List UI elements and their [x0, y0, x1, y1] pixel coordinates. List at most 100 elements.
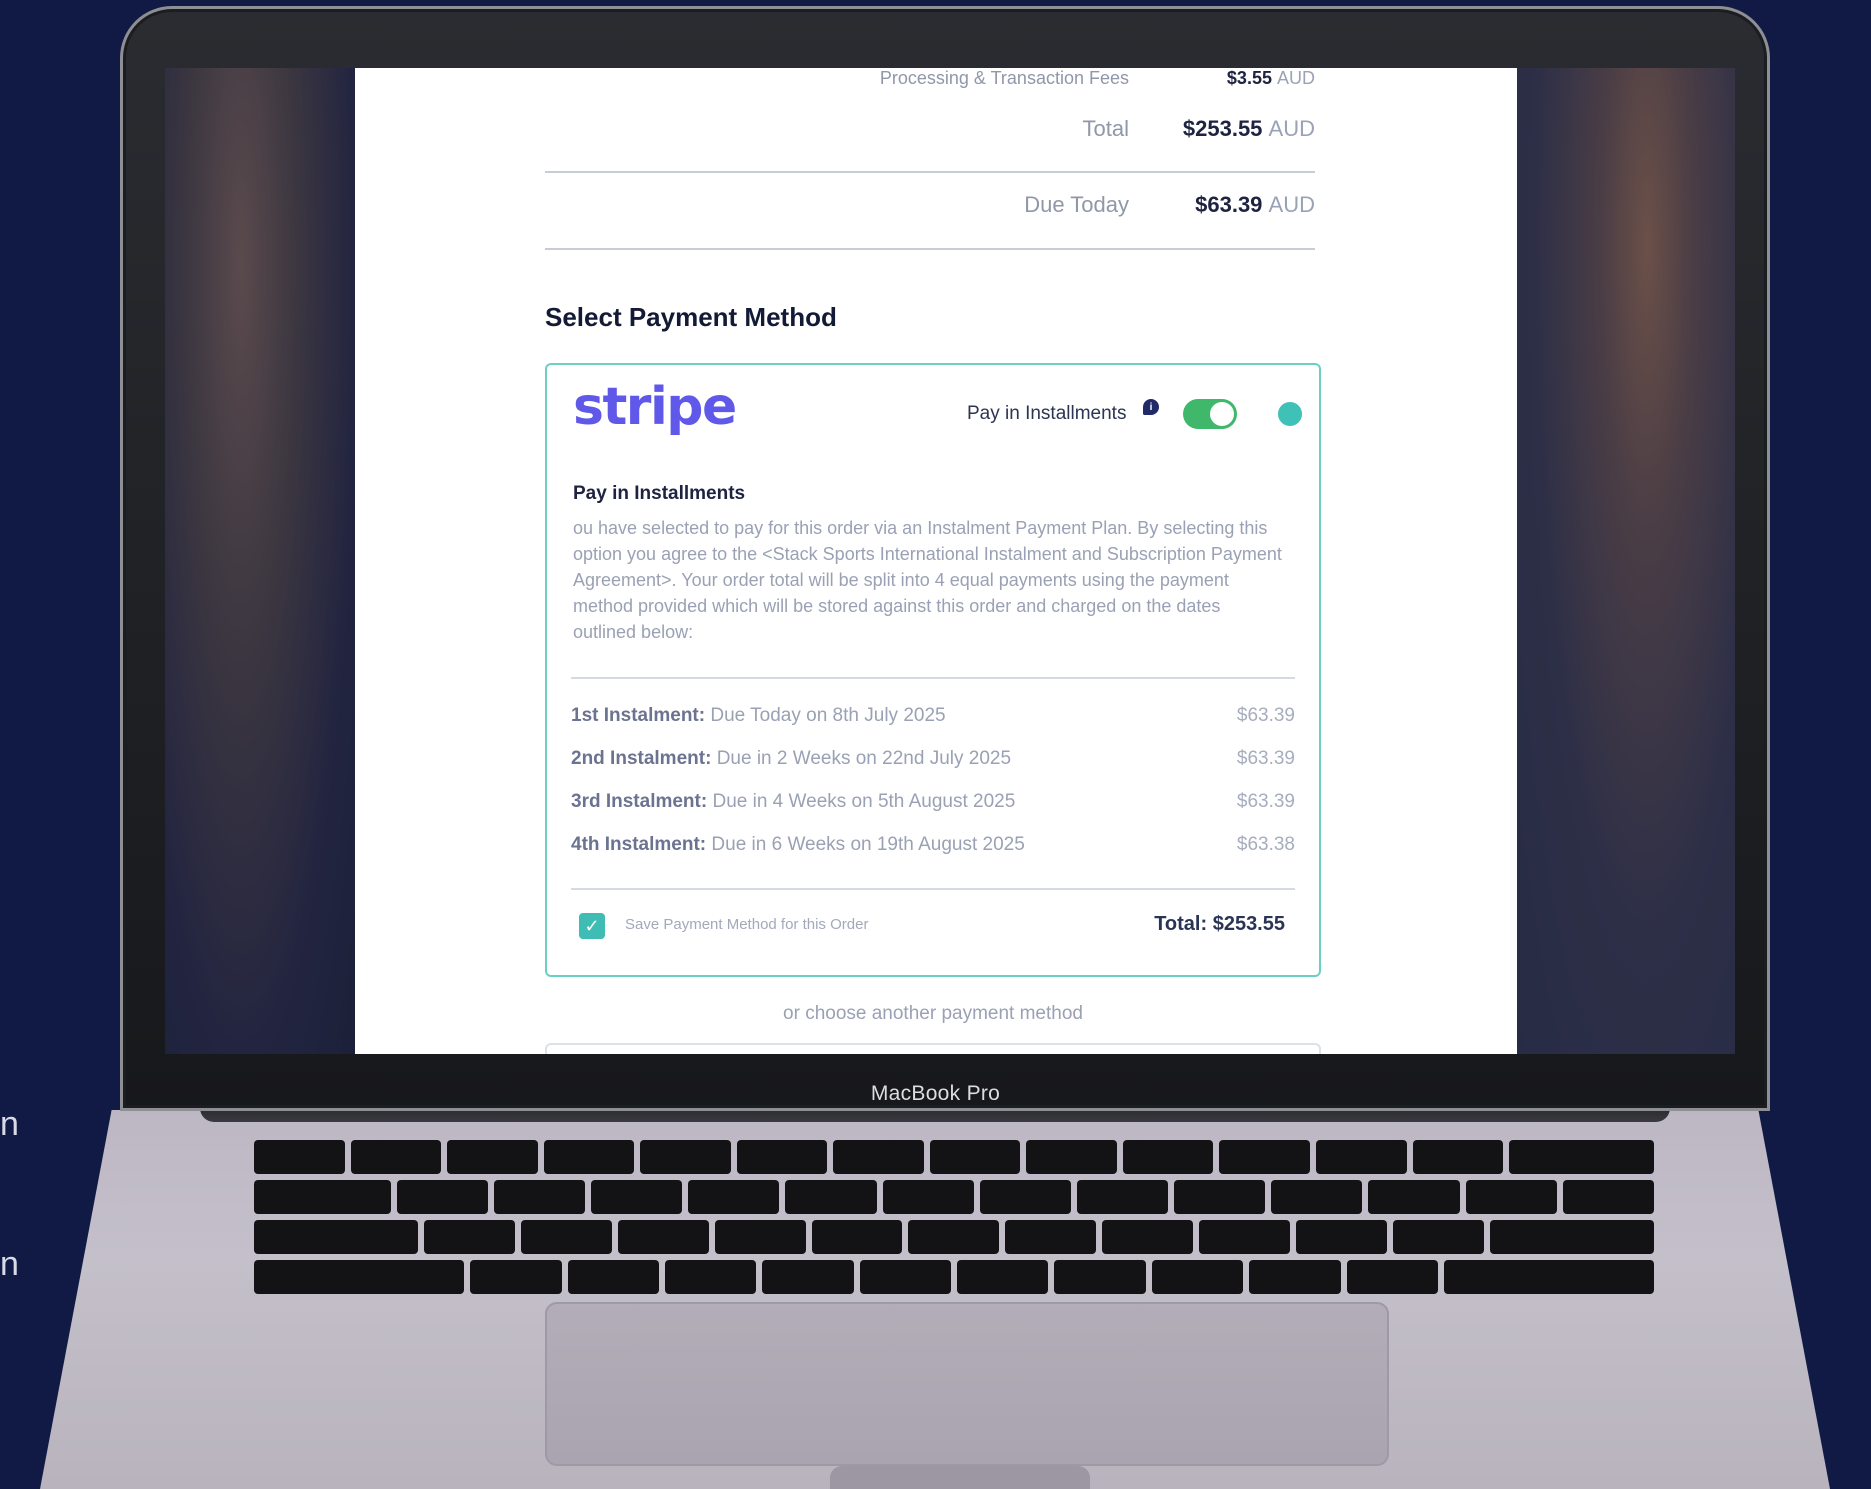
key [591, 1180, 683, 1214]
key [423, 1220, 515, 1254]
due-today-label: Due Today [1024, 192, 1129, 217]
keyboard-row [254, 1180, 1654, 1214]
due-today-currency: AUD [1268, 192, 1315, 217]
key [1490, 1220, 1654, 1254]
key [254, 1140, 345, 1174]
key [929, 1140, 1021, 1174]
installments-toggle-label: Pay in Installments [967, 403, 1127, 424]
summary-divider-bottom [545, 248, 1315, 250]
card-divider [571, 888, 1295, 890]
total-amount: $253.55 [1182, 116, 1263, 141]
key [1102, 1220, 1194, 1254]
plan-title: Pay in Installments [573, 483, 746, 504]
laptop-screen: Processing & Transaction Fees $3.55 AUD … [165, 68, 1735, 1054]
toggle-knob [1210, 402, 1234, 426]
key [736, 1140, 828, 1174]
key [567, 1260, 659, 1294]
key [1346, 1260, 1438, 1294]
instalment-detail: Due Today on 8th July 2025 [710, 705, 946, 726]
due-today-amount: $63.39 [1195, 192, 1263, 217]
bezel-label: MacBook Pro [870, 1082, 1001, 1105]
keyboard-row [254, 1140, 1654, 1174]
next-payment-card[interactable] [545, 1043, 1321, 1054]
instalment-row: 1st Instalment: Due Today on 8th July 20… [571, 705, 1295, 735]
key [1271, 1180, 1363, 1214]
key [714, 1220, 806, 1254]
background-photo-left [165, 68, 355, 1054]
instalment-row: 2nd Instalment: Due in 2 Weeks on 22nd J… [571, 748, 1295, 778]
fees-amount: $3.55 [1226, 68, 1272, 88]
key [1151, 1260, 1244, 1294]
key [493, 1180, 586, 1214]
key [470, 1260, 562, 1294]
instalment-amount: $63.38 [1236, 834, 1295, 855]
key [1199, 1220, 1291, 1254]
key [396, 1180, 488, 1214]
instalment-detail: Due in 2 Weeks on 22nd July 2025 [716, 748, 1012, 769]
fees-row: Processing & Transaction Fees $3.55 AUD [545, 68, 1315, 108]
key [447, 1140, 538, 1174]
due-today-value: $63.39 AUD [1195, 192, 1315, 218]
card-divider [571, 677, 1295, 679]
key [957, 1260, 1049, 1294]
checkout-page: Processing & Transaction Fees $3.55 AUD … [355, 68, 1517, 1054]
key [1562, 1180, 1654, 1214]
key [1005, 1220, 1097, 1254]
keyboard-row [254, 1260, 1655, 1294]
total-currency: AUD [1268, 116, 1315, 141]
key [1249, 1260, 1341, 1294]
instalment-amount: $63.39 [1236, 748, 1295, 769]
key [543, 1140, 635, 1174]
instalment-detail: Due in 6 Weeks on 19th August 2025 [711, 834, 1025, 855]
key [1054, 1260, 1146, 1294]
info-icon[interactable]: i [1143, 399, 1159, 415]
instalment-amount: $63.39 [1236, 791, 1295, 812]
instalment-amount: $63.39 [1236, 705, 1295, 726]
instalment-name: 1st Instalment: [571, 705, 706, 726]
key [1076, 1180, 1169, 1214]
instalment-name: 4th Instalment: [571, 834, 707, 855]
key [1393, 1220, 1485, 1254]
fees-label: Processing & Transaction Fees [879, 68, 1129, 88]
stripe-logo: stripe [573, 377, 737, 437]
total-value: $253.55 AUD [1183, 116, 1315, 142]
edge-text-1: n [0, 1105, 19, 1143]
instalment-name: 3rd Instalment: [571, 791, 708, 812]
other-payment-method-link[interactable]: or choose another payment method [545, 1003, 1321, 1025]
card-total: Total: $253.55 [1154, 913, 1285, 935]
key [1443, 1260, 1655, 1294]
stage: n n MacBook Pro Processing & Transaction… [0, 0, 1871, 1489]
key [1219, 1140, 1311, 1174]
summary-divider [545, 171, 1315, 173]
key [1412, 1140, 1504, 1174]
key [254, 1180, 391, 1214]
key [1026, 1140, 1117, 1174]
keyboard [254, 1140, 1655, 1300]
section-title: Select Payment Method [545, 302, 837, 332]
due-today-row: Due Today $63.39 AUD [545, 192, 1315, 232]
instalment-detail: Due in 4 Weeks on 5th August 2025 [712, 791, 1016, 812]
save-method-checkbox[interactable]: ✓ [579, 913, 605, 939]
payment-method-radio[interactable] [1278, 402, 1302, 426]
background-photo-right [1515, 68, 1735, 1054]
key [1296, 1220, 1388, 1254]
key [1316, 1140, 1407, 1174]
key [1174, 1180, 1266, 1214]
key [979, 1180, 1071, 1214]
installments-toggle[interactable] [1183, 399, 1237, 429]
instalment-row: 3rd Instalment: Due in 4 Weeks on 5th Au… [571, 791, 1295, 821]
stripe-payment-card[interactable]: stripe Pay in Installments i Pay in Inst… [545, 363, 1321, 977]
key [882, 1180, 974, 1214]
key [520, 1220, 612, 1254]
key [664, 1260, 757, 1294]
key [1465, 1180, 1557, 1214]
total-label: Total [1082, 116, 1129, 141]
key [350, 1140, 442, 1174]
instalment-row: 4th Instalment: Due in 6 Weeks on 19th A… [571, 834, 1295, 864]
fees-currency: AUD [1276, 68, 1315, 88]
key [254, 1260, 465, 1294]
save-method-label[interactable]: Save Payment Method for this Order [625, 916, 868, 933]
plan-description: ou have selected to pay for this order v… [573, 518, 1282, 642]
key [811, 1220, 903, 1254]
edge-text-2: n [0, 1245, 19, 1283]
